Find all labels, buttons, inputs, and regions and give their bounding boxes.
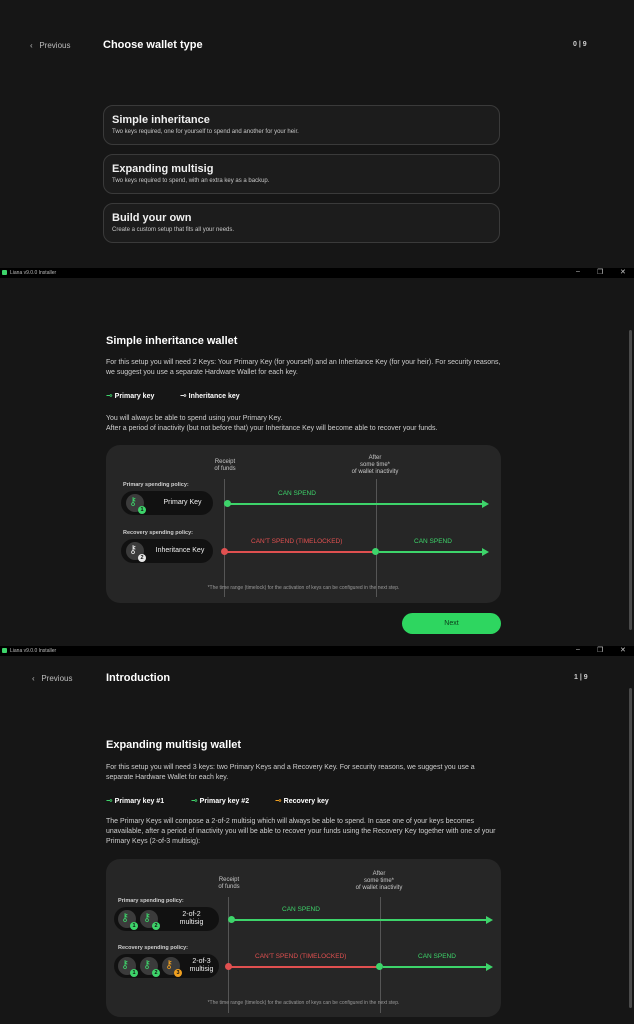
description: For this setup you will need 2 Keys: You… [106,359,501,376]
primary-key-2-badge: ⚷ 2 [140,910,160,930]
can-spend-label: CAN SPEND [418,953,456,960]
scrollbar[interactable] [629,688,632,1008]
key-icon: ⊸ [180,391,187,400]
recovery-policy-label: Recovery spending policy: [123,530,193,536]
maximize-icon[interactable]: ❐ [597,646,603,654]
key-icon: ⊸ [275,796,282,805]
after-label: After some time* of wallet inactivity [355,871,403,891]
previous-button[interactable]: ‹ Previous [30,41,70,50]
key-icon: ⊸ [191,796,198,805]
can-spend-label: CAN SPEND [282,906,320,913]
maximize-icon[interactable]: ❐ [597,268,603,276]
cant-spend-label: CAN'T SPEND (TIMELOCKED) [255,953,347,960]
next-button[interactable]: Next [402,613,501,634]
receipt-label: Receipt of funds [214,459,236,472]
recovery-key-badge: ⚷ 3 [162,957,182,977]
close-icon[interactable]: ✕ [620,646,626,654]
wallet-type-screen: ‹ Previous Choose wallet type 0 | 9 Simp… [0,0,634,268]
section-heading: Simple inheritance wallet [106,335,238,347]
option-simple-inheritance[interactable]: Simple inheritance Two keys required, on… [103,105,500,145]
cant-spend-label: CAN'T SPEND (TIMELOCKED) [251,538,343,545]
inheritance-key-badge: ⚷ 2 [126,542,146,562]
recovery-policy-label: Recovery spending policy: [118,945,188,951]
scrollbar[interactable] [629,330,632,630]
spend-info-2: After a period of inactivity (but not be… [106,425,438,432]
key-icon: ⚷ [121,959,130,971]
step-counter: 0 | 9 [573,41,587,48]
primary-key-1-badge: ⚷ 1 [118,910,138,930]
primary-policy-label: Primary spending policy: [123,482,189,488]
key-icon: ⚷ [143,912,152,924]
legend-recovery-key: ⊸ Recovery key [275,796,329,805]
primary-key-2-badge: ⚷ 2 [140,957,160,977]
legend-primary-key: ⊸ Primary key [106,391,155,400]
chevron-left-icon: ‹ [32,674,35,683]
key-icon: ⚷ [129,544,138,556]
key-icon: ⚷ [121,912,130,924]
footnote: *The time range (timelock) for the activ… [207,585,400,591]
spend-info-1: You will always be able to spend using y… [106,415,283,422]
key-icon: ⚷ [143,959,152,971]
minimize-icon[interactable]: – [576,646,580,653]
app-icon [2,270,7,275]
can-spend-label: CAN SPEND [414,538,452,545]
footnote: *The time range (timelock) for the activ… [207,1000,400,1006]
legend-primary-key-1: ⊸ Primary key #1 [106,796,165,805]
multisig-2of3-pill: ⚷ 1 ⚷ 2 ⚷ 3 2-of-3 multisig [114,954,219,978]
primary-key-1-badge: ⚷ 1 [118,957,138,977]
close-icon[interactable]: ✕ [620,268,626,276]
legend-inheritance-key: ⊸ Inheritance key [180,391,240,400]
key-icon: ⊸ [106,796,113,805]
primary-key-badge: ⚷ 1 [126,494,146,514]
window-titlebar: Liana v9.0.0 Installer – ❐ ✕ [0,646,634,656]
app-icon [2,648,7,653]
primary-policy-label: Primary spending policy: [118,898,184,904]
multisig-2of2-pill: ⚷ 1 ⚷ 2 2-of-2 multisig [114,907,219,931]
key-icon: ⚷ [165,959,174,971]
after-label: After some time* of wallet inactivity [351,455,399,475]
expanding-multisig-screen: ‹ Previous Introduction 1 | 9 Expanding … [0,656,634,1024]
option-build-your-own[interactable]: Build your own Create a custom setup tha… [103,203,500,243]
step-counter: 1 | 9 [574,674,588,681]
previous-button[interactable]: ‹ Previous [32,674,72,683]
simple-inheritance-screen: Simple inheritance wallet For this setup… [0,278,634,646]
multisig-info: The Primary Keys will compose a 2-of-2 m… [106,818,496,845]
legend-primary-key-2: ⊸ Primary key #2 [191,796,250,805]
key-icon: ⚷ [129,496,138,508]
receipt-label: Receipt of funds [218,877,240,890]
minimize-icon[interactable]: – [576,268,580,275]
policy-diagram: Receipt of funds After some time* of wal… [106,859,501,1017]
page-title: Choose wallet type [103,39,203,51]
window-titlebar: Liana v9.0.0 Installer – ❐ ✕ [0,268,634,278]
inheritance-key-pill: ⚷ 2 Inheritance Key [121,539,213,563]
option-expanding-multisig[interactable]: Expanding multisig Two keys required to … [103,154,500,194]
section-heading: Expanding multisig wallet [106,739,242,751]
primary-key-pill: ⚷ 1 Primary Key [121,491,213,515]
key-icon: ⊸ [106,391,113,400]
page-title: Introduction [106,672,171,684]
policy-diagram: Receipt of funds After some time* of wal… [106,445,501,603]
can-spend-label: CAN SPEND [278,490,316,497]
description: For this setup you will need 3 keys: two… [106,764,475,781]
chevron-left-icon: ‹ [30,41,33,50]
